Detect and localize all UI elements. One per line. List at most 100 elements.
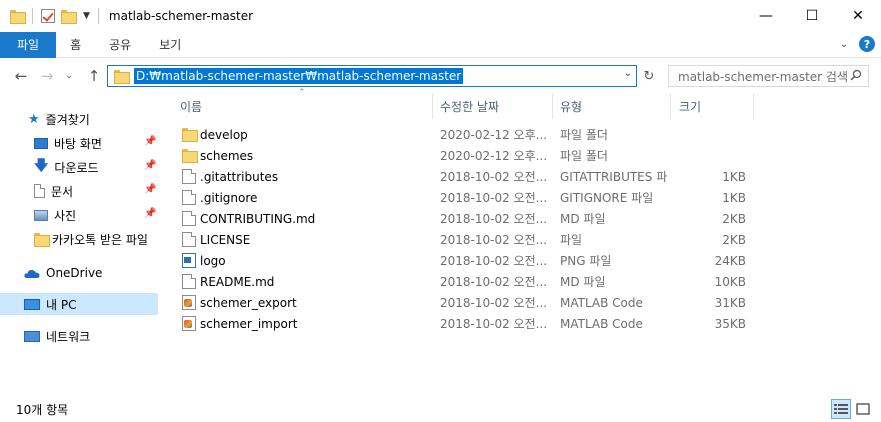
file-name: LICENSE bbox=[200, 232, 251, 247]
refresh-icon: ↻ bbox=[643, 68, 655, 84]
sidebar-item-downloads[interactable]: 🡇 다운로드 bbox=[34, 156, 99, 178]
pictures-icon bbox=[34, 209, 48, 221]
column-header-date[interactable]: 수정한 날짜 bbox=[440, 93, 550, 119]
file-type: PNG 파일 bbox=[560, 254, 612, 268]
new-folder-icon[interactable] bbox=[61, 10, 77, 24]
file-name: schemes bbox=[200, 148, 254, 163]
file-name: .gitignore bbox=[200, 190, 258, 205]
customize-toolbar-dropdown-icon[interactable]: ▼ bbox=[83, 11, 90, 21]
refresh-button[interactable]: ↻ bbox=[639, 65, 659, 87]
column-header-name[interactable]: 이름 bbox=[180, 93, 430, 119]
search-icon bbox=[850, 69, 862, 81]
sidebar-item-desktop[interactable]: 바탕 화면 bbox=[34, 132, 102, 154]
large-icons-view-button[interactable] bbox=[853, 399, 873, 419]
file-row[interactable]: schemer_import 2018-10-02 오전... MATLAB C… bbox=[178, 313, 756, 334]
search-box[interactable]: matlab-schemer-master 검색 bbox=[668, 65, 869, 87]
file-type: MD 파일 bbox=[560, 212, 606, 226]
file-row[interactable]: LICENSE 2018-10-02 오전... 파일 2KB bbox=[178, 229, 756, 250]
file-date: 2018-10-02 오전... bbox=[440, 254, 548, 268]
window-controls: — ☐ ✕ bbox=[743, 0, 881, 32]
column-header-size[interactable]: 크기 bbox=[679, 93, 753, 119]
details-view-button[interactable] bbox=[831, 399, 851, 419]
chevron-down-icon[interactable]: ⌄ bbox=[624, 68, 632, 79]
sidebar-item-pictures[interactable]: 사진 bbox=[34, 204, 76, 226]
file-date: 2018-10-02 오전... bbox=[440, 212, 548, 226]
sidebar-item-documents[interactable]: 문서 bbox=[34, 180, 73, 202]
arrow-up-icon: ↑ bbox=[87, 67, 101, 85]
help-icon[interactable]: ? bbox=[859, 36, 875, 52]
network-icon bbox=[24, 330, 40, 342]
column-header-type[interactable]: 유형 bbox=[560, 93, 668, 119]
title-bar: ▼ matlab-schemer-master — ☐ ✕ bbox=[0, 0, 881, 32]
up-button[interactable]: ↑ bbox=[83, 65, 105, 87]
column-divider[interactable] bbox=[753, 93, 754, 119]
sidebar-item-label: 내 PC bbox=[46, 297, 77, 312]
folder-icon bbox=[182, 128, 198, 143]
sidebar-item-quick-access[interactable]: ★ 즐겨찾기 bbox=[28, 108, 90, 130]
file-row[interactable]: schemes 2020-02-12 오후... 파일 폴더 bbox=[178, 145, 756, 166]
back-button[interactable]: ← bbox=[10, 65, 32, 87]
file-size: 31KB bbox=[714, 295, 746, 310]
file-icon bbox=[182, 232, 196, 247]
desktop-icon bbox=[34, 137, 48, 149]
file-type: 파일 폴더 bbox=[560, 149, 608, 163]
address-bar[interactable]: D:₩matlab-schemer-master₩matlab-schemer-… bbox=[107, 65, 637, 87]
tab-share[interactable]: 공유 bbox=[95, 32, 145, 58]
file-name: CONTRIBUTING.md bbox=[200, 211, 316, 226]
address-path[interactable]: D:₩matlab-schemer-master₩matlab-schemer-… bbox=[134, 68, 464, 84]
sidebar-item-onedrive[interactable]: OneDrive bbox=[24, 262, 102, 284]
pin-icon: 📌 bbox=[144, 160, 157, 171]
pin-icon: 📌 bbox=[144, 136, 157, 147]
file-row[interactable]: README.md 2018-10-02 오전... MD 파일 10KB bbox=[178, 271, 756, 292]
forward-button[interactable]: → bbox=[36, 65, 58, 87]
file-name: logo bbox=[200, 253, 226, 268]
file-type: 파일 bbox=[560, 233, 583, 247]
sidebar-item-kakaotalk[interactable]: 카카오톡 받은 파일 bbox=[34, 228, 148, 250]
cloud-icon bbox=[24, 269, 40, 278]
tab-view[interactable]: 보기 bbox=[145, 32, 195, 58]
file-icon bbox=[182, 169, 196, 184]
sidebar-item-this-pc[interactable]: 내 PC bbox=[0, 293, 158, 315]
column-divider[interactable] bbox=[552, 93, 553, 119]
tab-file[interactable]: 파일 bbox=[0, 31, 57, 58]
file-size: 2KB bbox=[722, 232, 746, 247]
sidebar-item-label: OneDrive bbox=[46, 266, 103, 280]
file-name: schemer_import bbox=[200, 316, 298, 331]
column-divider[interactable] bbox=[670, 93, 671, 119]
expand-ribbon-chevron-icon[interactable]: ⌄ bbox=[837, 37, 851, 51]
recent-locations-button[interactable]: ⌄ bbox=[58, 65, 80, 87]
tab-home[interactable]: 홈 bbox=[56, 32, 95, 58]
status-bar: 10개 항목 bbox=[0, 396, 881, 422]
minimize-button[interactable]: — bbox=[743, 0, 789, 32]
file-date: 2018-10-02 오전... bbox=[440, 275, 548, 289]
large-icons-view-icon bbox=[856, 403, 870, 415]
file-row[interactable]: logo 2018-10-02 오전... PNG 파일 24KB bbox=[178, 250, 756, 271]
file-row[interactable]: CONTRIBUTING.md 2018-10-02 오전... MD 파일 2… bbox=[178, 208, 756, 229]
item-count: 10개 항목 bbox=[16, 402, 69, 417]
matlab-icon bbox=[182, 316, 196, 331]
column-divider[interactable] bbox=[432, 93, 433, 119]
ribbon-tabs: 파일 홈 공유 보기 ⌄ ? bbox=[0, 31, 881, 58]
sidebar-item-network[interactable]: 네트워크 bbox=[24, 325, 90, 347]
divider bbox=[32, 8, 33, 24]
file-size: 24KB bbox=[714, 253, 746, 268]
file-date: 2018-10-02 오전... bbox=[440, 317, 548, 331]
file-row[interactable]: .gitignore 2018-10-02 오전... GITIGNORE 파일… bbox=[178, 187, 756, 208]
download-icon: 🡇 bbox=[34, 158, 49, 174]
matlab-icon bbox=[182, 295, 196, 310]
image-icon bbox=[182, 253, 196, 268]
file-type: GITATTRIBUTES 파 bbox=[560, 170, 668, 184]
sidebar-item-label: 사진 bbox=[54, 208, 77, 223]
maximize-button[interactable]: ☐ bbox=[789, 0, 835, 32]
file-row[interactable]: .gitattributes 2018-10-02 오전... GITATTRI… bbox=[178, 166, 756, 187]
properties-icon[interactable] bbox=[41, 9, 55, 23]
star-icon: ★ bbox=[28, 111, 40, 127]
file-type: MD 파일 bbox=[560, 275, 606, 289]
search-input[interactable]: matlab-schemer-master 검색 bbox=[678, 68, 848, 85]
computer-icon bbox=[24, 298, 40, 310]
file-row[interactable]: develop 2020-02-12 오후... 파일 폴더 bbox=[178, 124, 756, 145]
close-button[interactable]: ✕ bbox=[835, 0, 881, 32]
file-name: schemer_export bbox=[200, 295, 297, 310]
file-row[interactable]: schemer_export 2018-10-02 오전... MATLAB C… bbox=[178, 292, 756, 313]
file-date: 2020-02-12 오후... bbox=[440, 128, 548, 142]
